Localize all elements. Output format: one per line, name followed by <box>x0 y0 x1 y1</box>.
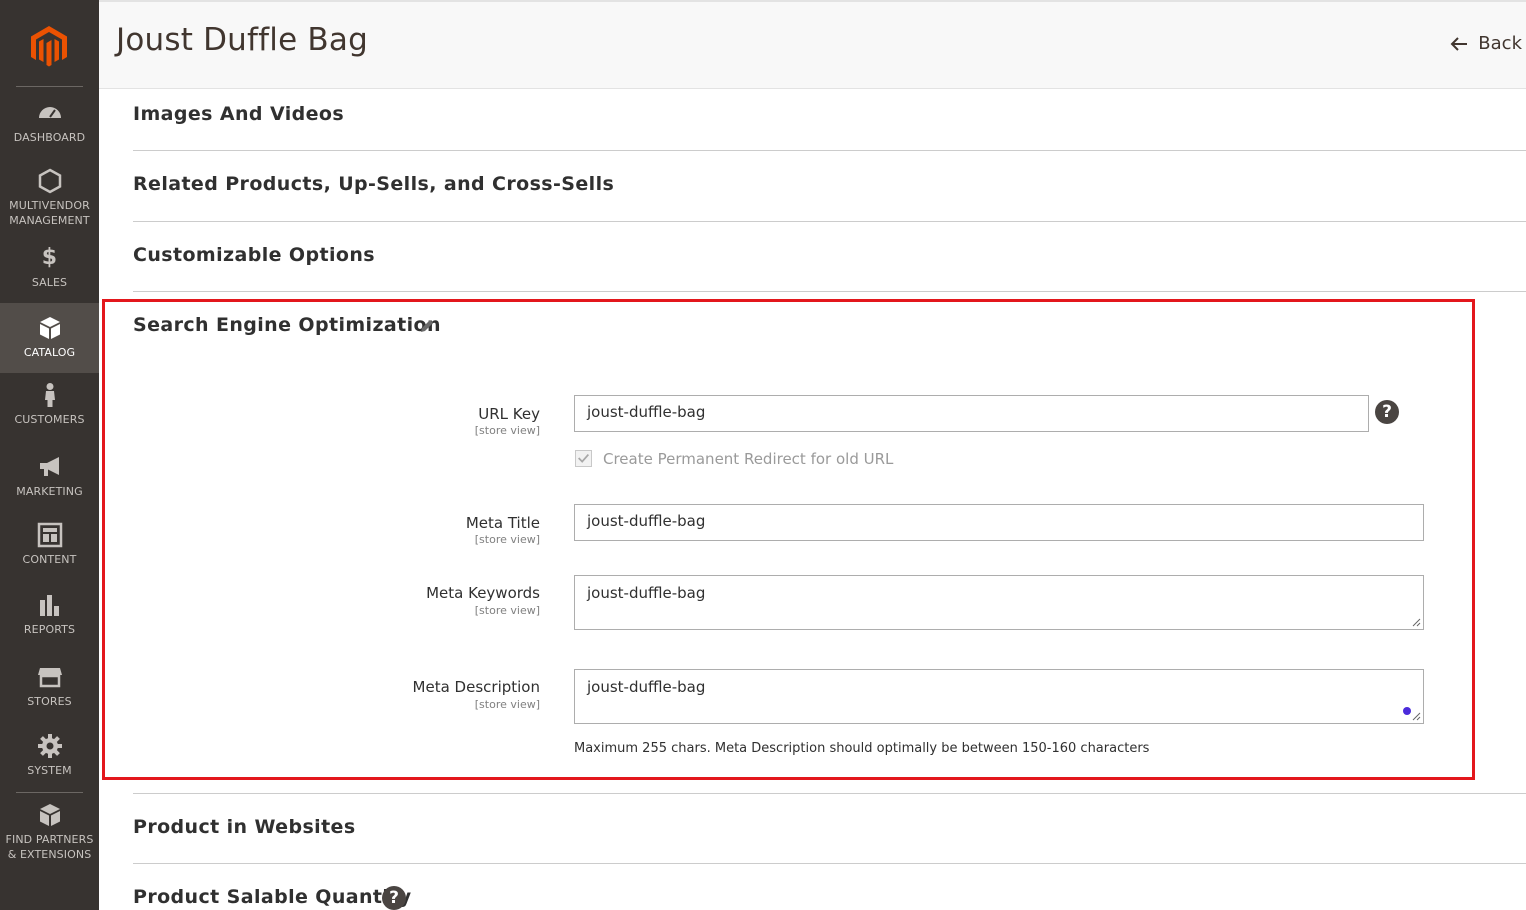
nav-label: CONTENT <box>22 553 77 566</box>
admin-sidebar: DASHBOARD MULTIVENDOR MANAGEMENT $ SALES… <box>0 0 99 910</box>
megaphone-icon <box>39 457 59 476</box>
nav-sales[interactable]: $ SALES <box>0 245 99 293</box>
back-button[interactable]: Back <box>1450 33 1522 54</box>
nav-label: CUSTOMERS <box>14 413 85 426</box>
section-title: Product Salable Quantity <box>133 886 412 908</box>
section-title: Customizable Options <box>133 244 375 266</box>
section-customizable-options[interactable]: Customizable Options <box>133 222 1526 292</box>
section-related-products[interactable]: Related Products, Up-Sells, and Cross-Se… <box>133 151 1526 222</box>
gear-icon <box>37 734 62 758</box>
nav-multivendor[interactable]: MULTIVENDOR MANAGEMENT <box>0 168 99 232</box>
nav-divider <box>16 792 83 793</box>
page-header: Joust Duffle Bag Back <box>99 2 1526 89</box>
logo-divider <box>16 86 83 87</box>
nav-label: SYSTEM <box>27 764 72 777</box>
section-title: Product in Websites <box>133 816 356 838</box>
nav-label: MULTIVENDOR MANAGEMENT <box>9 199 90 227</box>
storefront-icon <box>37 668 62 688</box>
nav-label: SALES <box>31 276 68 289</box>
seo-highlight-box <box>102 299 1475 780</box>
page-title: Joust Duffle Bag <box>116 22 368 58</box>
nav-label: STORES <box>27 695 72 708</box>
nav-system[interactable]: SYSTEM <box>0 733 99 781</box>
nav-content[interactable]: CONTENT <box>0 522 99 570</box>
nav-label: REPORTS <box>23 623 76 636</box>
layout-icon <box>37 522 62 548</box>
bar-chart-icon <box>39 595 59 616</box>
nav-customers[interactable]: CUSTOMERS <box>0 382 99 432</box>
nav-label: MARKETING <box>16 485 83 498</box>
section-images-videos[interactable]: Images And Videos <box>133 89 1526 151</box>
back-label: Back <box>1478 33 1522 54</box>
nav-reports[interactable]: REPORTS <box>0 592 99 640</box>
magento-logo-icon[interactable] <box>27 24 71 68</box>
nav-stores[interactable]: STORES <box>0 664 99 712</box>
nav-label: CATALOG <box>23 346 76 359</box>
nav-label: DASHBOARD <box>13 131 86 144</box>
section-title: Related Products, Up-Sells, and Cross-Se… <box>133 173 615 195</box>
person-icon <box>44 383 55 407</box>
arrow-left-icon <box>1450 36 1468 51</box>
hexagon-icon <box>38 168 61 194</box>
section-salable-quantity[interactable]: Product Salable Quantity ? <box>133 864 1526 910</box>
nav-label: FIND PARTNERS & EXTENSIONS <box>5 833 94 861</box>
section-product-websites[interactable]: Product in Websites <box>133 793 1526 864</box>
speedometer-icon <box>38 107 61 118</box>
nav-dashboard[interactable]: DASHBOARD <box>0 100 99 150</box>
dollar-icon: $ <box>41 245 58 270</box>
nav-marketing[interactable]: MARKETING <box>0 454 99 502</box>
section-title: Images And Videos <box>133 103 345 125</box>
nav-find-partners[interactable]: FIND PARTNERS & EXTENSIONS <box>0 802 99 866</box>
box-icon <box>39 317 60 339</box>
help-icon[interactable]: ? <box>382 886 406 910</box>
blocks-icon <box>39 804 60 826</box>
nav-catalog[interactable]: CATALOG <box>0 303 99 373</box>
